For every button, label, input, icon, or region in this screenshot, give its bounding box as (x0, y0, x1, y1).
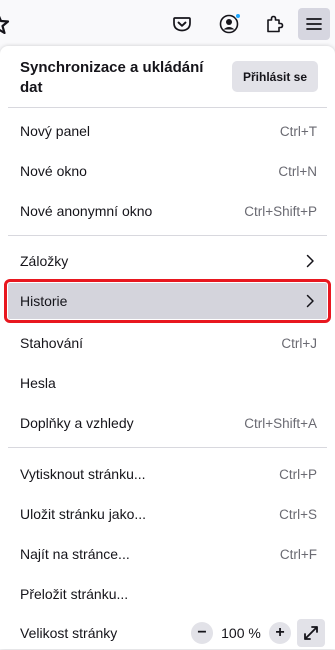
menu-item-shortcut: Ctrl+Shift+A (244, 415, 317, 431)
menu-item-label: Najít na stránce... (20, 546, 130, 562)
zoom-in-button[interactable]: + (269, 622, 291, 644)
menu-separator (8, 447, 327, 448)
extensions-icon (267, 15, 284, 33)
pocket-button[interactable] (166, 8, 198, 40)
account-notification-badge (235, 13, 241, 19)
browser-toolbar (0, 0, 335, 50)
zoom-level-value[interactable]: 100 % (213, 625, 269, 641)
menu-item-label: Vytisknout stránku... (20, 466, 146, 482)
app-menu-button[interactable] (298, 8, 330, 40)
bookmark-star-icon[interactable] (0, 12, 14, 34)
menu-item-save-page-as[interactable]: Uložit stránku jako... Ctrl+S (8, 496, 327, 532)
menu-item-label: Nový panel (20, 123, 91, 139)
menu-separator (8, 107, 327, 108)
menu-item-translate-page[interactable]: Přeložit stránku... (8, 576, 327, 612)
menu-item-find-in-page[interactable]: Najít na stránce... Ctrl+F (8, 536, 327, 572)
menu-item-shortcut: Ctrl+N (278, 163, 317, 179)
menu-item-new-private-window[interactable]: Nové anonymní okno Ctrl+Shift+P (8, 193, 327, 229)
menu-item-addons-themes[interactable]: Doplňky a vzhledy Ctrl+Shift+A (8, 405, 327, 441)
fullscreen-button[interactable] (297, 619, 325, 647)
menu-item-bookmarks[interactable]: Záložky (8, 243, 327, 279)
zoom-out-button[interactable]: − (191, 622, 213, 644)
menu-item-passwords[interactable]: Hesla (8, 365, 327, 401)
menu-item-shortcut: Ctrl+F (279, 546, 317, 562)
menu-item-label: Záložky (20, 253, 69, 269)
menu-item-label: Nové anonymní okno (20, 203, 153, 219)
menu-item-label: Stahování (20, 335, 84, 351)
menu-item-print[interactable]: Vytisknout stránku... Ctrl+P (8, 456, 327, 492)
pocket-icon (173, 17, 191, 32)
menu-item-label: Doplňky a vzhledy (20, 415, 134, 431)
menu-item-label: Uložit stránku jako... (20, 506, 147, 522)
zoom-label: Velikost stránky (20, 625, 118, 641)
menu-item-new-window[interactable]: Nové okno Ctrl+N (8, 153, 327, 189)
menu-item-downloads[interactable]: Stahování Ctrl+J (8, 325, 327, 361)
signin-button[interactable]: Přihlásit se (232, 61, 318, 92)
menu-item-shortcut: Ctrl+J (281, 335, 317, 351)
menu-item-shortcut: Ctrl+P (279, 466, 317, 482)
sync-title: Synchronizace a ukládání dat (20, 59, 204, 96)
fullscreen-expand-icon (304, 626, 318, 640)
extensions-button[interactable] (258, 8, 290, 40)
menu-item-label: Přeložit stránku... (20, 586, 129, 602)
zoom-row: Velikost stránky − 100 % + (8, 616, 327, 650)
menu-item-label: Historie (20, 293, 68, 309)
menu-icon (306, 18, 322, 30)
menu-item-shortcut: Ctrl+T (279, 123, 317, 139)
menu-item-label: Nové okno (20, 163, 87, 179)
menu-item-label: Hesla (20, 375, 56, 391)
menu-item-shortcut: Ctrl+S (279, 506, 317, 522)
chevron-right-icon (306, 254, 314, 268)
account-button[interactable] (213, 8, 245, 40)
sync-section: Synchronizace a ukládání dat Přihlásit s… (0, 46, 335, 106)
menu-item-history[interactable]: Historie (4, 279, 331, 323)
menu-item-new-tab[interactable]: Nový panel Ctrl+T (8, 113, 327, 149)
app-menu-panel: Synchronizace a ukládání dat Přihlásit s… (0, 46, 335, 649)
menu-item-shortcut: Ctrl+Shift+P (244, 203, 317, 219)
menu-separator (8, 235, 327, 236)
chevron-right-icon (306, 294, 314, 308)
